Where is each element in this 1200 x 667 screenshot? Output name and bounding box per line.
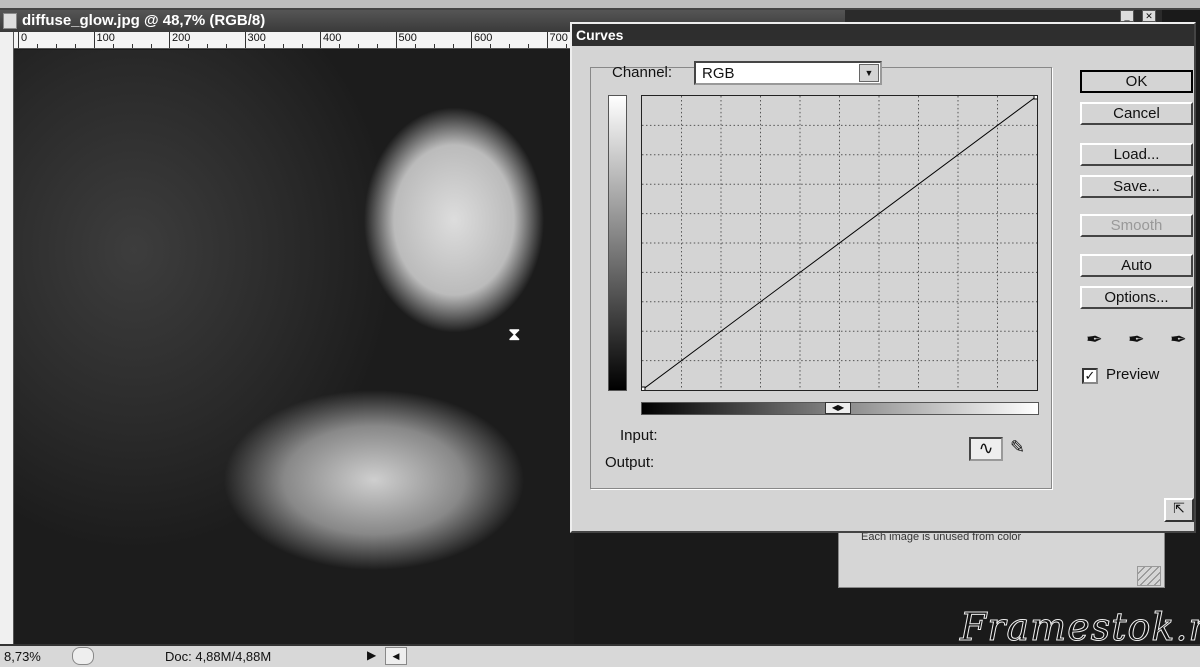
horizontal-ruler: 0 100 200 300 400 500 600 700 (14, 32, 605, 49)
load-button[interactable]: Load... (1080, 143, 1193, 166)
scroll-left-button[interactable]: ◀ (385, 647, 407, 665)
chevron-down-icon[interactable]: ▼ (859, 64, 879, 82)
vertical-ruler (0, 32, 14, 644)
cancel-button[interactable]: Cancel (1080, 102, 1193, 125)
ruler-tick (188, 44, 189, 48)
input-label: Input: (620, 427, 658, 444)
zoom-level[interactable]: 8,73% (4, 649, 41, 664)
gradient-toggle-icon[interactable]: ◀▶ (825, 402, 851, 414)
output-label: Output: (605, 454, 655, 471)
ruler-tick (490, 44, 491, 48)
resize-grip[interactable] (1137, 566, 1161, 586)
ruler-tick (131, 44, 133, 48)
gray-eyedropper-icon[interactable]: ✒ (1128, 327, 1145, 352)
auto-button[interactable]: Auto (1080, 254, 1193, 277)
output-gradient-bar (608, 95, 627, 391)
curve-point[interactable] (1033, 95, 1038, 100)
preview-label: Preview (1106, 366, 1160, 383)
doc-size: Doc: 4,88M/4,88M (165, 649, 272, 664)
image-canvas[interactable] (14, 50, 574, 644)
expand-dialog-icon[interactable]: ⇱ (1164, 498, 1194, 522)
minimize-button[interactable]: _ (1120, 10, 1134, 22)
black-eyedropper-icon[interactable]: ✒ (1086, 327, 1103, 352)
background-panel: Each image is unused from color (838, 530, 1165, 588)
curve-tool-icon[interactable]: ∿ (969, 437, 1003, 461)
ruler-tick (226, 44, 227, 48)
top-menu-strip (0, 0, 1200, 10)
ruler-tick (528, 44, 529, 48)
close-button[interactable]: ✕ (1142, 10, 1156, 22)
ruler-tick (433, 44, 435, 48)
ruler-tick (37, 44, 38, 48)
save-button[interactable]: Save... (1080, 175, 1193, 198)
pencil-tool-icon[interactable]: ✎ (1010, 437, 1025, 458)
ruler-tick (207, 44, 208, 48)
status-arrow-icon[interactable]: ▶ (367, 648, 376, 662)
ruler-tick (377, 44, 378, 48)
ruler-tick (282, 44, 284, 48)
ruler-tick (414, 44, 416, 48)
ruler-tick (301, 44, 303, 48)
options-button[interactable]: Options... (1080, 286, 1193, 309)
ok-button[interactable]: OK (1080, 70, 1193, 93)
hourglass-cursor-icon: ⧗ (508, 324, 521, 344)
ruler-tick (452, 44, 454, 48)
ruler-tick (56, 44, 57, 48)
ruler-label: 0 (18, 32, 27, 48)
channel-value: RGB (702, 65, 735, 82)
smooth-button[interactable]: Smooth (1080, 214, 1193, 237)
ruler-tick (263, 44, 265, 48)
ruler-tick (150, 44, 152, 48)
ruler-tick (75, 44, 76, 48)
status-menu-icon[interactable] (72, 647, 94, 665)
dialog-title: Curves (572, 24, 1194, 46)
ruler-tick (358, 44, 359, 48)
ruler-tick (112, 44, 114, 48)
channel-label: Channel: (612, 64, 673, 81)
curves-dialog: Curves Channel: RGB ▼ ◀▶ Input: Output: ∿… (570, 22, 1196, 533)
white-eyedropper-icon[interactable]: ✒ (1170, 327, 1187, 352)
watermark-logo: Framestok.ru (959, 605, 1200, 650)
preview-checkbox[interactable]: ✓ (1082, 368, 1098, 384)
curve-point[interactable] (641, 386, 646, 391)
channel-select[interactable]: RGB ▼ (694, 61, 882, 85)
ruler-tick (339, 44, 340, 48)
background-window-titlebar (840, 10, 1162, 22)
ruler-tick (565, 44, 567, 48)
ruler-tick (509, 44, 510, 48)
curve-graph[interactable] (641, 95, 1038, 391)
document-icon (3, 13, 17, 29)
